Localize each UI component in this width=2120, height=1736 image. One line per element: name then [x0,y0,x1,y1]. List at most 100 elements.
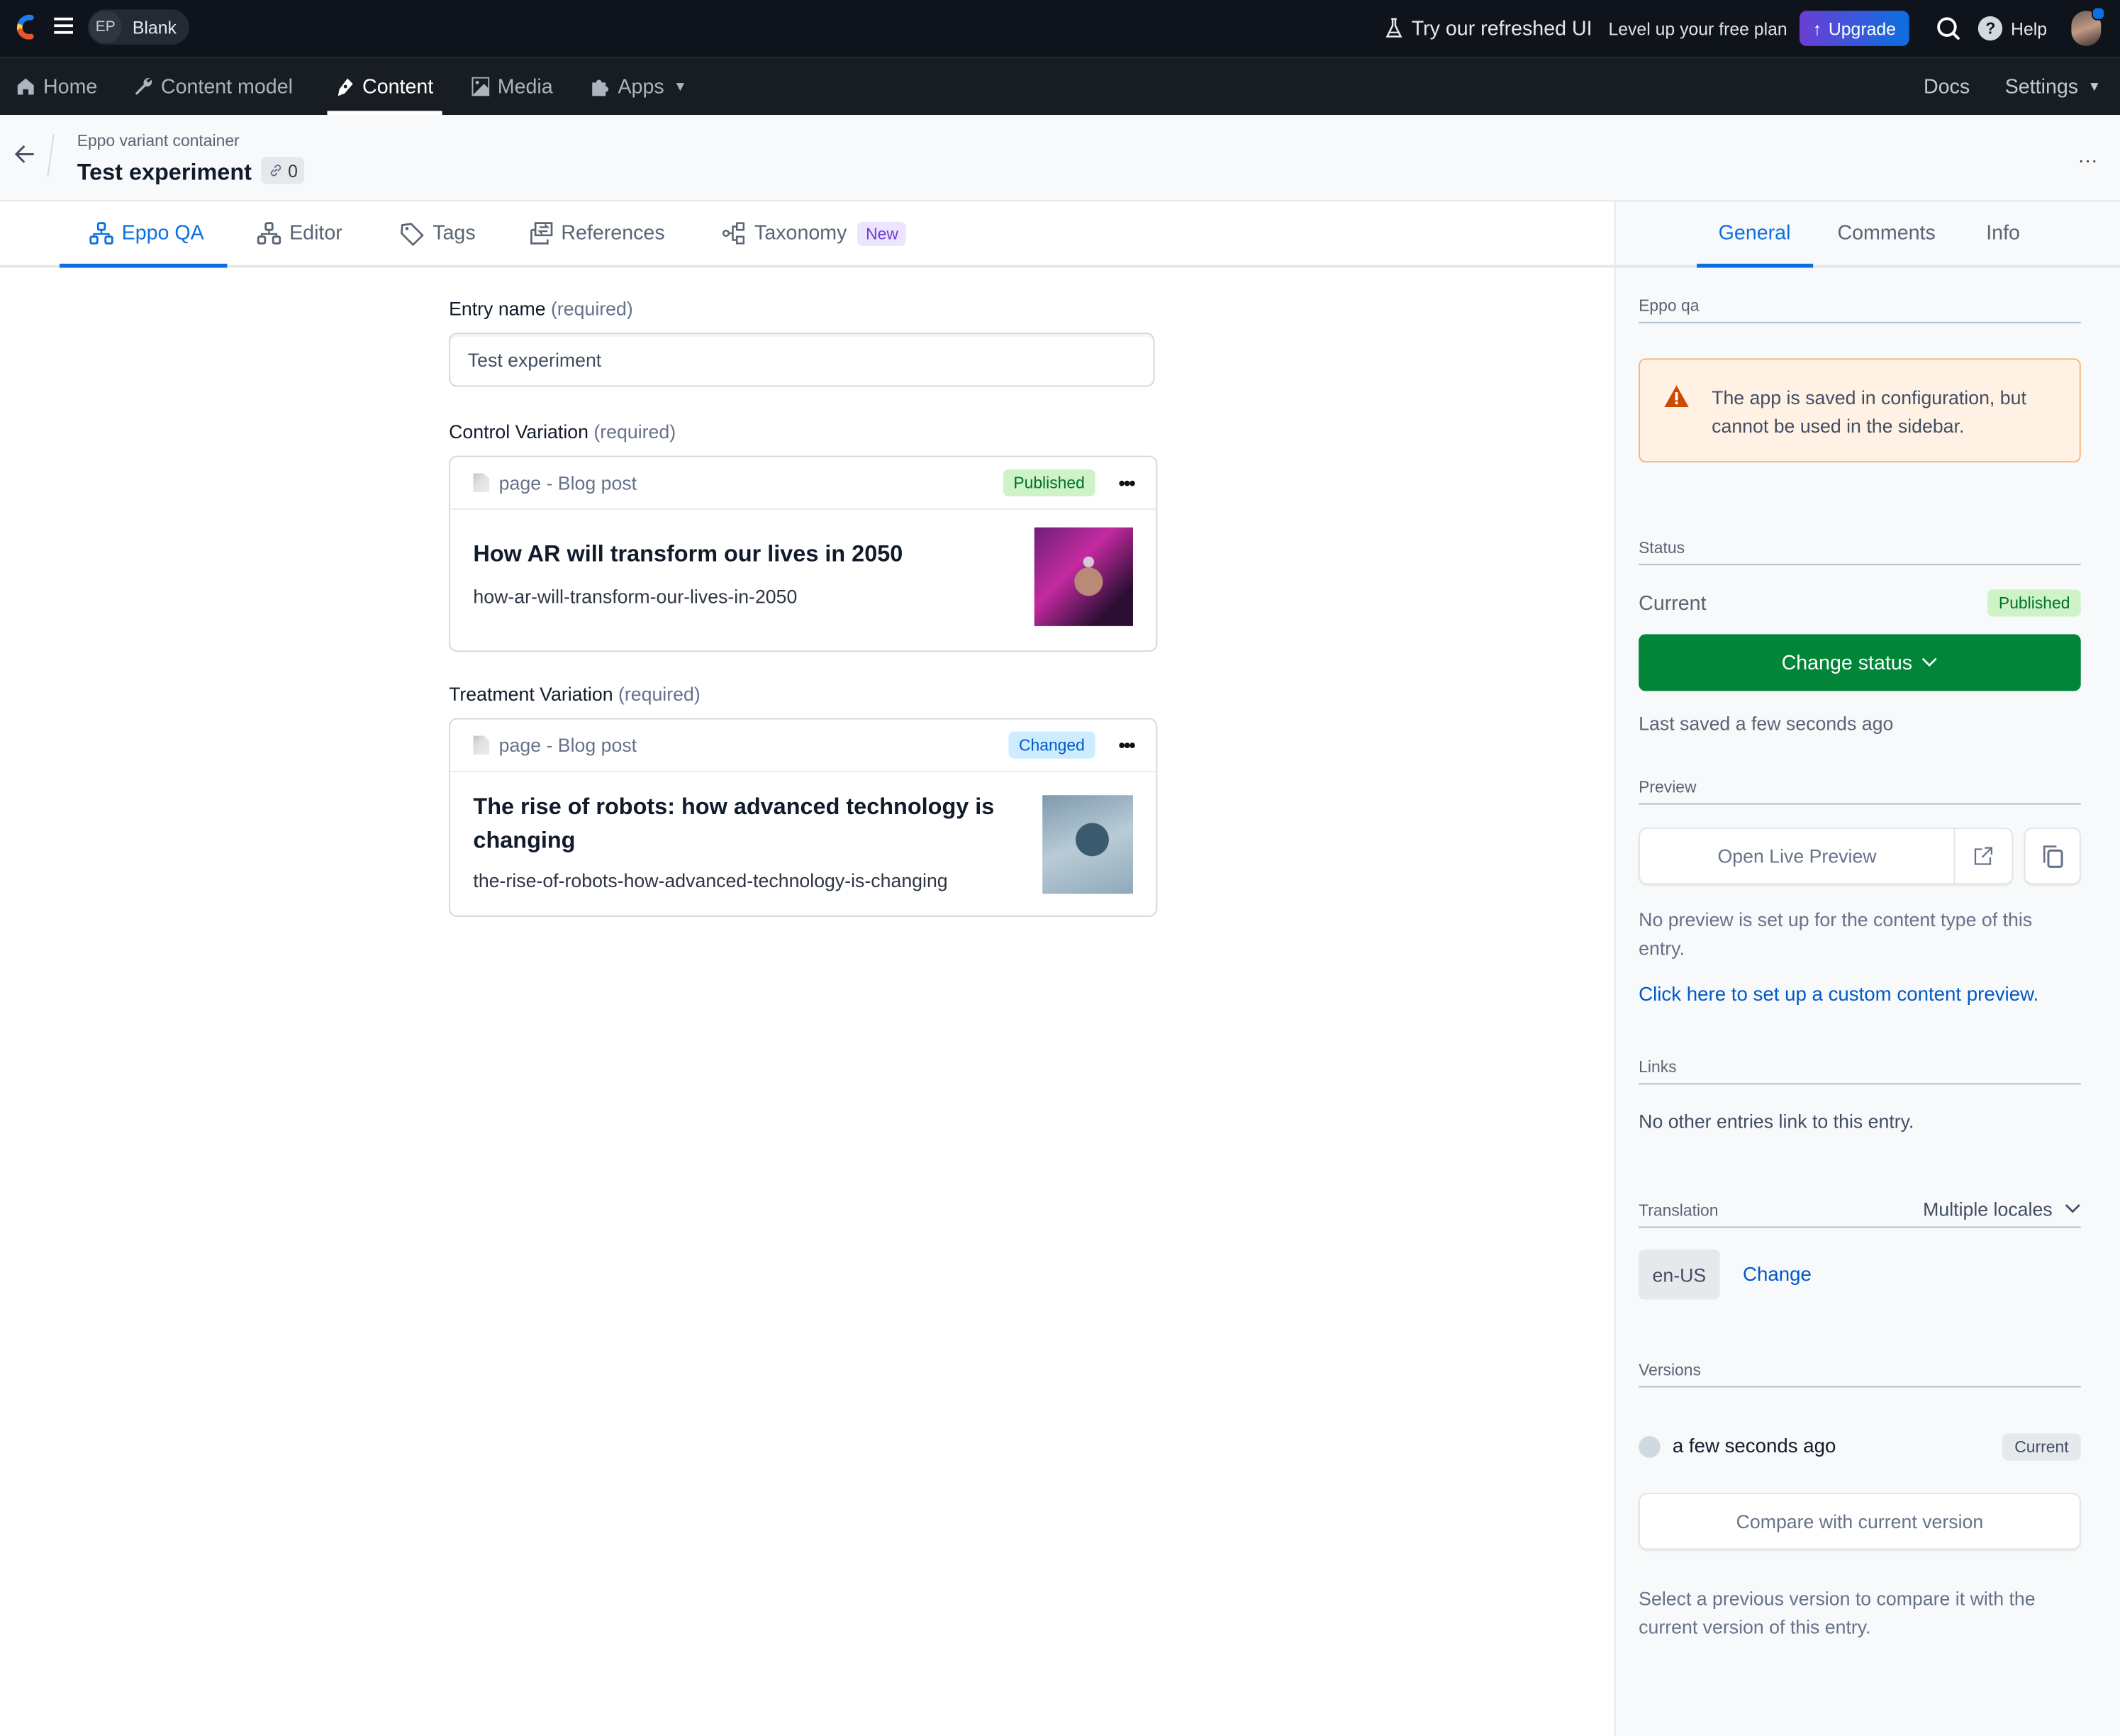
nav-apps[interactable]: Apps ▼ [589,58,687,115]
search-button[interactable] [1936,16,1962,41]
locale-pill: en-US [1639,1249,1720,1300]
links-heading: Links [1639,1057,1677,1076]
sidebar-tab-info[interactable]: Info [1986,201,2020,265]
change-locale-link[interactable]: Change [1743,1264,1812,1286]
treatment-variation-label: Treatment Variation (required) [449,683,1157,705]
references-count-badge[interactable]: 0 [261,157,305,184]
upgrade-button[interactable]: ↑ Upgrade [1799,11,1910,46]
control-variation-card[interactable]: page - Blog post Published ••• How AR wi… [449,455,1158,652]
external-link-icon [1975,847,1993,865]
open-external-button[interactable] [1956,847,2012,866]
compare-version-button[interactable]: Compare with current version [1639,1493,2081,1550]
compare-hint-text: Select a previous version to compare it … [1639,1587,2036,1638]
tab-taxonomy[interactable]: Taxonomy New [722,201,907,265]
nav-home[interactable]: Home [16,58,97,115]
no-preview-text: No preview is set up for the content typ… [1639,908,2033,959]
card-more-actions[interactable]: ••• [1119,472,1136,494]
tab-tags[interactable]: Tags [400,201,476,265]
nav-content-model-label: Content model [160,74,293,99]
entry-name-label: Entry name (required) [449,298,1157,320]
last-saved-text: Last saved a few seconds ago [1639,712,1894,735]
space-name: Blank [132,16,177,38]
status-section: Status Current Published Change status L… [1639,538,2081,735]
treatment-variation-label-text: Treatment Variation [449,682,613,705]
copy-preview-button[interactable] [2024,828,2081,885]
chevron-down-icon [2065,1204,2080,1213]
required-hint: (required) [551,297,633,320]
document-icon [473,473,490,493]
app-blocks-icon [89,222,113,245]
menu-icon[interactable] [54,17,73,34]
nav-apps-label: Apps [618,74,664,99]
nav-media[interactable]: Media [472,58,553,115]
pen-icon [337,77,353,96]
nav-content-model[interactable]: Content model [134,58,293,115]
sidebar-tab-general[interactable]: General [1696,201,1814,268]
required-hint: (required) [618,682,701,705]
card-more-actions[interactable]: ••• [1119,734,1136,756]
status-badge: Changed [1008,731,1096,759]
version-row[interactable]: a few seconds ago Current [1639,1433,2081,1461]
entry-name-label-text: Entry name [449,297,546,320]
entry-title: Test experiment [77,160,252,186]
change-status-button[interactable]: Change status [1639,634,2081,691]
tab-taxonomy-label: Taxonomy [754,221,847,245]
preview-section: Preview Open Live Preview No preview is … [1639,777,2081,1006]
back-arrow-icon[interactable] [14,145,35,164]
space-switcher[interactable]: EP Blank [87,9,189,45]
control-variation-label: Control Variation (required) [449,421,1157,443]
tab-references[interactable]: References [530,201,665,265]
current-status-badge: Published [1987,589,2081,617]
try-refreshed-ui-label: Try our refreshed UI [1411,16,1592,40]
control-variation-label-text: Control Variation [449,421,588,443]
tab-editor[interactable]: Editor [257,201,342,265]
contentful-logo-icon[interactable] [13,13,40,40]
tab-editor-label: Editor [289,221,342,245]
translation-heading: Translation [1639,1201,1719,1220]
open-live-preview-button[interactable]: Open Live Preview [1640,828,1956,884]
main-nav: Home Content model Content Media Apps ▼ … [0,57,2120,116]
wrench-icon [135,78,152,95]
locales-select-value: Multiple locales [1923,1198,2053,1220]
copy-icon [2042,845,2063,867]
links-section: Links No other entries link to this entr… [1639,1057,2081,1132]
nav-home-label: Home [43,74,98,99]
thumbnail-image [1034,527,1133,626]
no-links-text: No other entries link to this entry. [1639,1110,1914,1133]
tab-tags-label: Tags [433,221,476,245]
caret-down-icon: ▼ [2087,79,2102,94]
tab-eppo-qa[interactable]: Eppo QA [59,201,227,268]
preview-heading: Preview [1639,777,1697,797]
home-icon [17,78,34,95]
sidebar-tab-comments[interactable]: Comments [1837,201,1935,265]
nav-content[interactable]: Content [327,58,441,116]
card-slug: how-ar-will-transform-our-lives-in-2050 [473,585,798,608]
status-badge: Published [1003,469,1096,496]
level-up-text: Level up your free plan [1608,18,1787,39]
change-status-label: Change status [1781,651,1913,674]
help-menu[interactable]: ? Help [1978,16,2047,41]
entry-name-input[interactable]: Test experiment [449,333,1155,387]
try-refreshed-ui-link[interactable]: Try our refreshed UI [1385,17,1592,40]
nav-docs[interactable]: Docs [1924,75,1970,98]
link-icon [270,165,281,177]
caret-down-icon: ▼ [674,79,687,94]
notification-dot [2091,6,2106,21]
nav-settings[interactable]: Settings ▼ [2005,75,2102,98]
tag-icon [400,222,424,246]
treatment-variation-card[interactable]: page - Blog post Changed ••• The rise of… [449,718,1158,917]
warning-text: The app is saved in configuration, but c… [1712,386,2026,437]
custom-preview-link[interactable]: Click here to set up a custom content pr… [1639,984,2081,1006]
user-avatar[interactable] [2071,6,2106,46]
locales-select[interactable]: Multiple locales [1923,1198,2081,1220]
divider [47,133,55,177]
translation-section: Translation Multiple locales en-US Chang… [1639,1198,2081,1300]
app-root: EP Blank Try our refreshed UI Level up y… [0,0,2120,1736]
entry-more-actions[interactable]: ... [2079,145,2099,167]
required-hint: (required) [593,421,676,443]
card-title: The rise of robots: how advanced technol… [473,794,995,854]
editor-tabs: Eppo QA Editor Tags References Taxonomy … [0,201,1614,268]
taxonomy-icon [722,222,745,245]
version-indicator-icon [1639,1436,1661,1458]
help-icon: ? [1978,16,2003,41]
